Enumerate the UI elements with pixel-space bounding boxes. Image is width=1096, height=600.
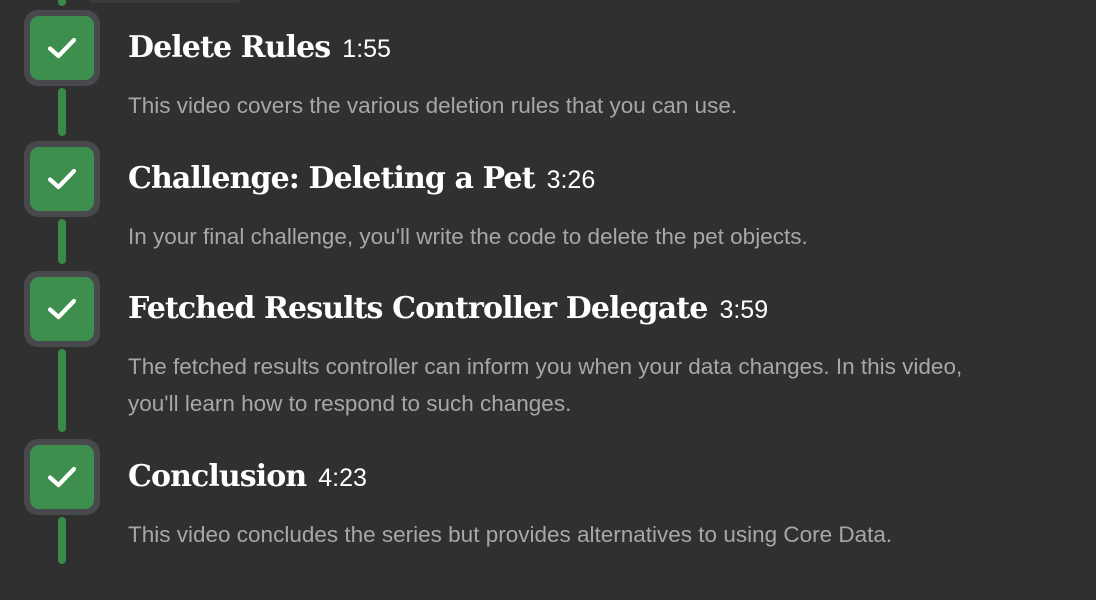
episode-description: This video covers the various deletion r… <box>128 93 738 118</box>
episode-duration: 1:55 <box>342 35 391 63</box>
progress-connector <box>58 0 66 6</box>
progress-connector <box>58 517 66 564</box>
episode-title[interactable]: Challenge: Deleting a Pet <box>128 157 535 201</box>
checkmark-icon <box>47 298 77 320</box>
divider <box>90 0 240 3</box>
checkmark-icon <box>47 466 77 488</box>
checkmark-icon <box>47 168 77 190</box>
episode-duration: 4:23 <box>318 464 367 492</box>
episode-title[interactable]: Fetched Results Controller Delegate <box>128 287 708 331</box>
episode-duration: 3:59 <box>719 296 769 324</box>
episode-description: In your final challenge, you'll write th… <box>128 224 808 249</box>
checkmark-icon <box>47 37 77 59</box>
progress-connector <box>58 88 66 136</box>
episode-list: Delete Rules 1:55 This video covers the … <box>0 0 1096 600</box>
progress-connector <box>58 349 66 432</box>
episode-description-line: The fetched results controller can infor… <box>128 354 963 379</box>
progress-connector <box>58 219 66 264</box>
episode-duration: 3:26 <box>546 166 596 194</box>
completion-checkbox[interactable] <box>24 439 100 515</box>
completion-checkbox[interactable] <box>24 10 100 86</box>
episode-title[interactable]: Delete Rules <box>128 26 331 70</box>
episode-description-line: you'll learn how to respond to such chan… <box>128 391 572 416</box>
completion-checkbox[interactable] <box>24 141 100 217</box>
episode-title[interactable]: Conclusion <box>128 455 307 499</box>
episode-description: This video concludes the series but prov… <box>128 522 893 547</box>
completion-checkbox[interactable] <box>24 271 100 347</box>
